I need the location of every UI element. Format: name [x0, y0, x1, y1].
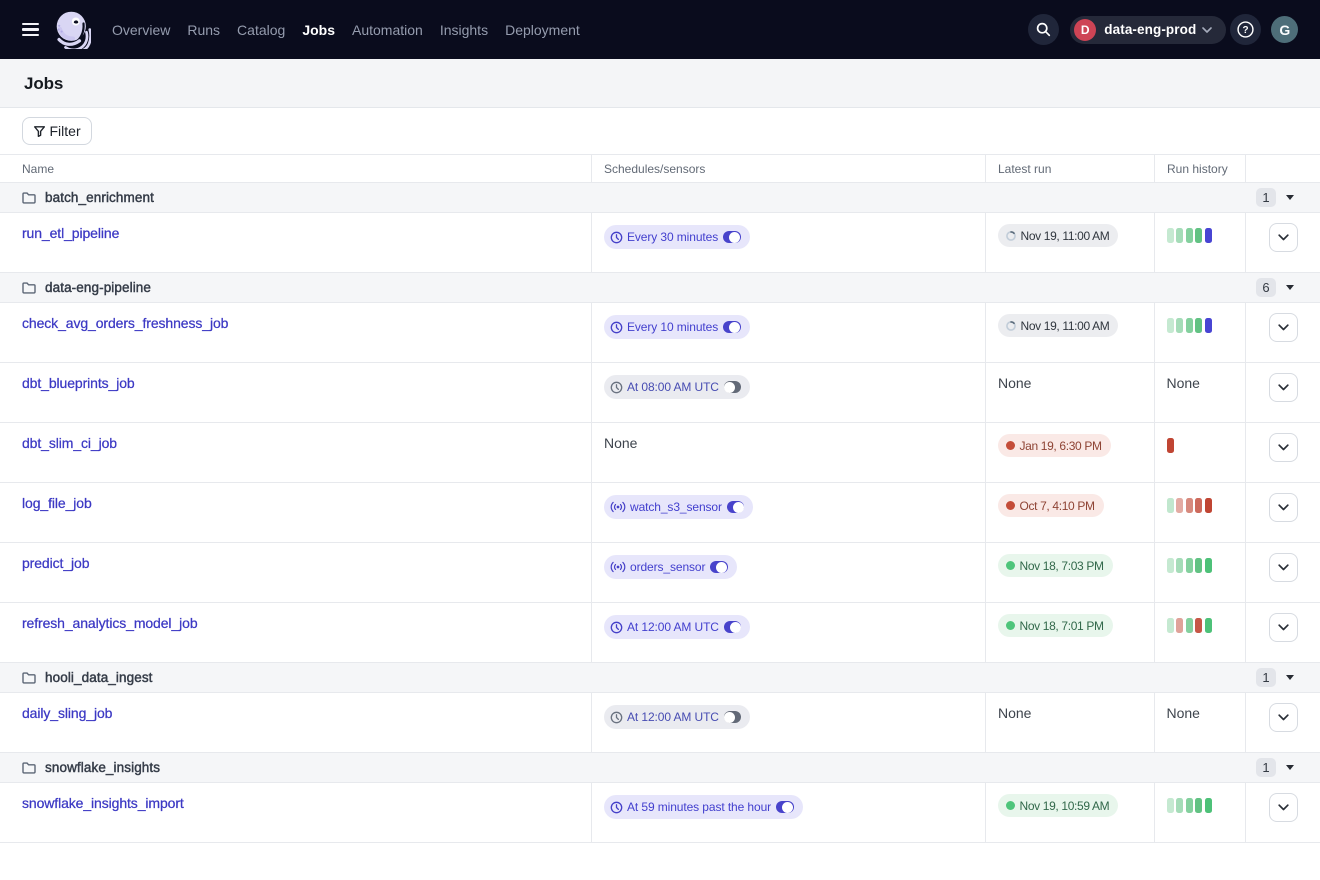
svg-text:?: ?	[1243, 25, 1249, 36]
